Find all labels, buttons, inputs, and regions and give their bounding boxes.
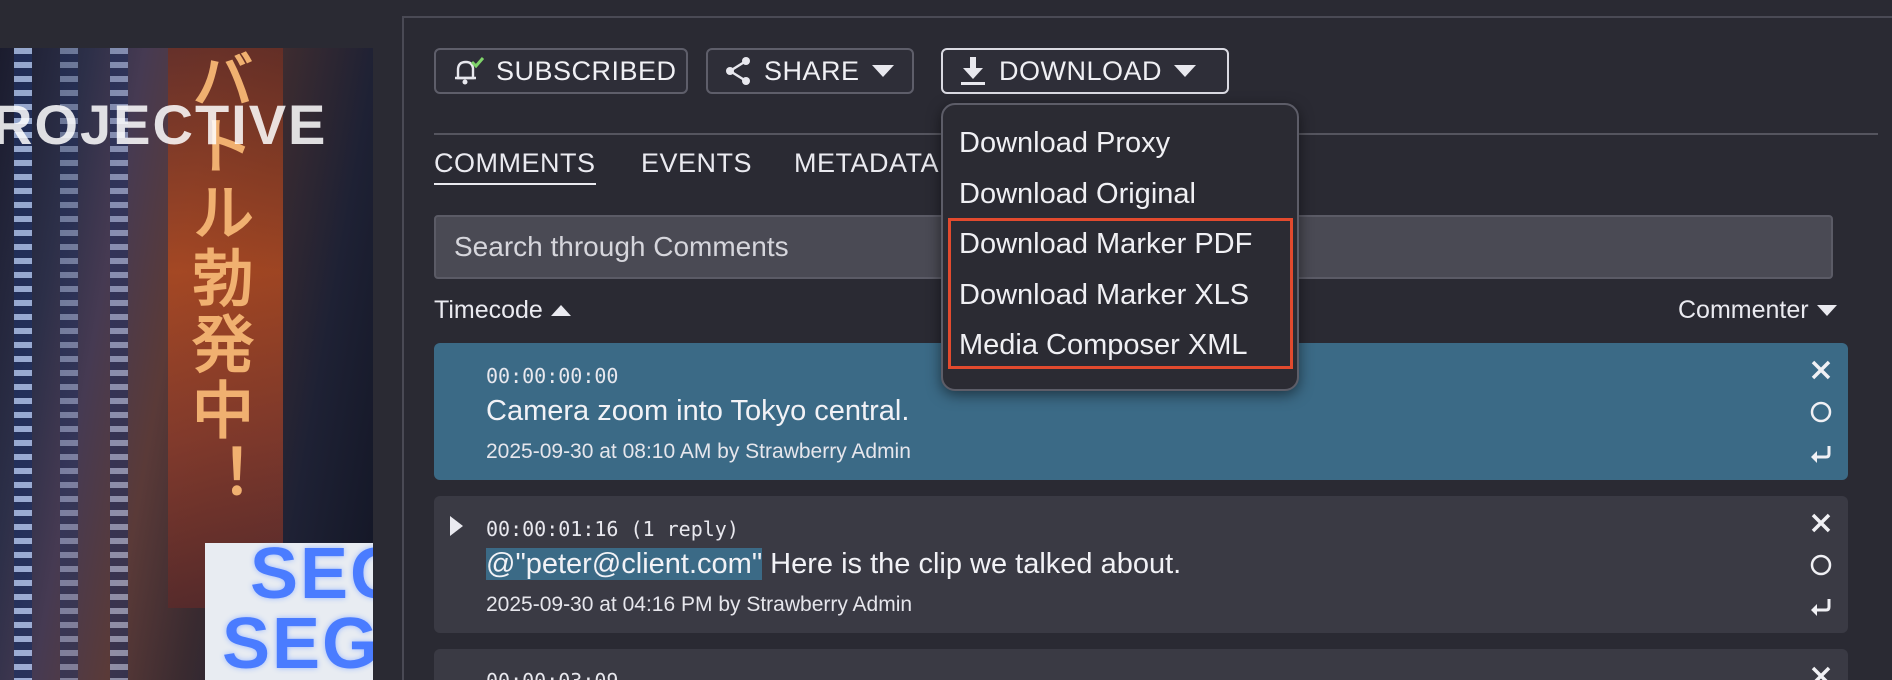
menu-item-download-proxy[interactable]: Download Proxy [959, 127, 1170, 160]
panel-border [402, 16, 1892, 18]
delete-comment-icon[interactable] [1808, 510, 1834, 536]
comment-meta: 2025-09-30 at 08:10 AM by Strawberry Adm… [486, 440, 911, 463]
comment-timecode[interactable]: 00:00:03:09 [486, 669, 618, 680]
comment-body: Here is the clip we talked about. [762, 548, 1182, 580]
app-root: バトル勃発中！ ROJECTIVE SEG SEGA SUBSCRIBED SH… [0, 0, 1892, 680]
bell-check-icon [455, 57, 484, 85]
share-icon [726, 57, 750, 85]
reply-icon[interactable] [1808, 441, 1834, 467]
menu-item-download-original[interactable]: Download Original [959, 178, 1196, 211]
download-icon [961, 57, 985, 85]
expand-replies-icon[interactable] [450, 516, 463, 536]
resolve-circle-icon[interactable] [1808, 552, 1834, 578]
comment-card[interactable]: 00:00:01:16 (1 reply) @"peter@client.com… [434, 496, 1848, 633]
comment-meta: 2025-09-30 at 04:16 PM by Strawberry Adm… [486, 593, 913, 616]
search-placeholder: Search through Comments [454, 231, 789, 262]
share-button[interactable]: SHARE [706, 48, 914, 94]
chevron-down-icon [871, 65, 894, 77]
download-label: DOWNLOAD [999, 55, 1163, 86]
comment-text: @"peter@client.com" Here is the clip we … [486, 548, 1181, 581]
delete-comment-icon[interactable] [1808, 663, 1834, 680]
video-brand-text: ROJECTIVE [0, 93, 328, 156]
comment-card[interactable]: 00:00:03:09 [434, 649, 1848, 680]
subscribed-button[interactable]: SUBSCRIBED [434, 48, 688, 94]
comment-timecode[interactable]: 00:00:00:00 [486, 364, 618, 388]
download-button[interactable]: DOWNLOAD [941, 48, 1229, 94]
sort-timecode[interactable]: Timecode [434, 296, 571, 325]
chevron-down-icon [1816, 305, 1837, 316]
tab-comments[interactable]: COMMENTS [434, 148, 596, 185]
sort-timecode-label: Timecode [434, 296, 543, 324]
sort-commenter-label: Commenter [1678, 296, 1809, 324]
resolve-circle-icon[interactable] [1808, 399, 1834, 425]
tab-events[interactable]: EVENTS [641, 148, 752, 179]
tab-metadata[interactable]: METADATA [794, 148, 939, 179]
chevron-down-icon [1174, 65, 1197, 77]
delete-comment-icon[interactable] [1808, 357, 1834, 383]
comment-mention[interactable]: @"peter@client.com" [486, 548, 763, 580]
reply-icon[interactable] [1808, 594, 1834, 620]
highlight-box [948, 218, 1293, 369]
sort-asc-icon [550, 305, 571, 316]
panel-divider [402, 16, 404, 680]
comment-text: Camera zoom into Tokyo central. [486, 395, 910, 427]
download-dropdown-menu: Download Proxy Download Original Downloa… [941, 103, 1299, 391]
subscribed-label: SUBSCRIBED [496, 55, 677, 86]
share-label: SHARE [764, 55, 860, 86]
video-sign-text: SEGA [222, 604, 373, 680]
sort-commenter[interactable]: Commenter [1678, 296, 1837, 325]
video-preview[interactable]: バトル勃発中！ ROJECTIVE SEG SEGA [0, 48, 373, 680]
comment-timecode[interactable]: 00:00:01:16 (1 reply) [486, 517, 739, 541]
